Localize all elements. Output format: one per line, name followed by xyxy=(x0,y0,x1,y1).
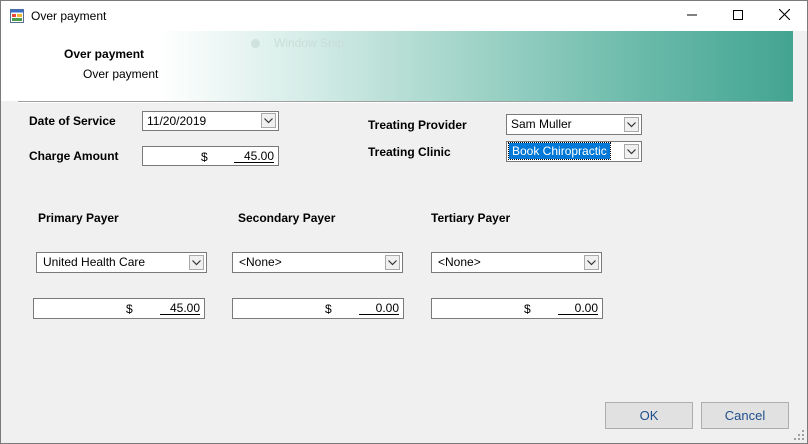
header-divider xyxy=(18,101,793,103)
secondary-payer-value: <None> xyxy=(239,255,282,269)
window-title: Over payment xyxy=(31,9,107,23)
minimize-icon xyxy=(687,9,697,23)
chevron-down-icon[interactable] xyxy=(624,117,639,132)
tertiary-payer-select[interactable]: <None> xyxy=(431,252,602,273)
close-button[interactable] xyxy=(761,1,807,31)
secondary-payer-label: Secondary Payer xyxy=(238,211,336,225)
tertiary-payer-amount: 0.00 xyxy=(558,302,598,315)
secondary-payer-amount-field[interactable]: $ 0.00 xyxy=(232,298,404,319)
date-of-service-label: Date of Service xyxy=(29,114,116,128)
maximize-button[interactable] xyxy=(715,1,761,31)
chevron-down-icon[interactable] xyxy=(189,255,204,270)
window-snip-ghost: Window Snip xyxy=(251,36,344,50)
form-icon xyxy=(10,9,24,23)
primary-payer-select[interactable]: United Health Care xyxy=(36,252,207,273)
chevron-down-icon[interactable] xyxy=(624,144,639,159)
secondary-payer-select[interactable]: <None> xyxy=(232,252,403,273)
title-bar[interactable]: Over payment xyxy=(1,1,807,31)
chevron-down-icon[interactable] xyxy=(261,113,276,128)
chevron-down-icon[interactable] xyxy=(584,255,599,270)
primary-payer-currency: $ xyxy=(126,302,133,316)
header-banner: Over payment Over payment Window Snip xyxy=(1,31,793,101)
treating-clinic-value: Book Chiropractic xyxy=(508,142,611,160)
primary-payer-amount: 45.00 xyxy=(160,302,200,315)
tertiary-payer-value: <None> xyxy=(438,255,481,269)
treating-clinic-select[interactable]: Book Chiropractic xyxy=(506,141,642,162)
treating-provider-value: Sam Muller xyxy=(511,117,572,131)
charge-amount-label: Charge Amount xyxy=(29,149,119,163)
header-title: Over payment xyxy=(64,47,145,61)
tertiary-payer-label: Tertiary Payer xyxy=(431,211,511,225)
charge-amount-value: 45.00 xyxy=(234,150,274,163)
chevron-down-icon[interactable] xyxy=(385,255,400,270)
header-subtitle: Over payment xyxy=(83,67,159,81)
date-of-service-picker[interactable]: 11/20/2019 xyxy=(142,111,279,131)
close-icon xyxy=(778,8,790,23)
treating-provider-label: Treating Provider xyxy=(368,118,467,132)
secondary-payer-amount: 0.00 xyxy=(359,302,399,315)
charge-amount-field[interactable]: $ 45.00 xyxy=(142,146,279,166)
tertiary-payer-currency: $ xyxy=(524,302,531,316)
minimize-button[interactable] xyxy=(669,1,715,31)
maximize-icon xyxy=(733,9,743,23)
primary-payer-amount-field[interactable]: $ 45.00 xyxy=(33,298,205,319)
resize-grip-icon[interactable] xyxy=(793,429,805,441)
primary-payer-label: Primary Payer xyxy=(38,211,119,225)
date-of-service-value: 11/20/2019 xyxy=(147,114,207,128)
secondary-payer-currency: $ xyxy=(325,302,332,316)
charge-amount-currency: $ xyxy=(201,150,208,164)
treating-clinic-label: Treating Clinic xyxy=(368,145,451,159)
cancel-button[interactable]: Cancel xyxy=(701,402,789,429)
treating-provider-select[interactable]: Sam Muller xyxy=(506,114,642,135)
tertiary-payer-amount-field[interactable]: $ 0.00 xyxy=(431,298,603,319)
primary-payer-value: United Health Care xyxy=(43,255,146,269)
over-payment-dialog: Over payment Over payment Over payment W… xyxy=(0,0,808,444)
snip-icon xyxy=(251,39,260,49)
ok-button[interactable]: OK xyxy=(605,402,693,429)
